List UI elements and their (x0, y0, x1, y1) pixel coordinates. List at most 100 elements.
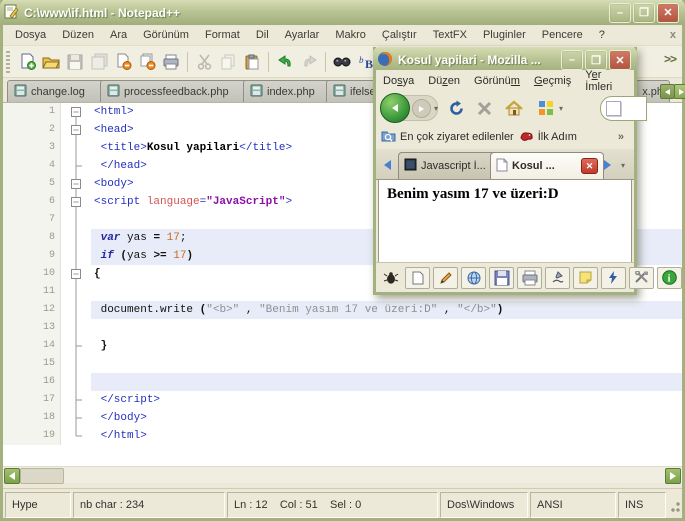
tab-list-caret[interactable]: ▾ (618, 156, 628, 174)
print-button[interactable] (517, 266, 542, 289)
back-button[interactable] (380, 93, 410, 123)
status-insert-mode[interactable]: INS (618, 492, 666, 518)
fold-collapse-icon[interactable] (61, 265, 91, 283)
forward-button[interactable] (412, 99, 431, 118)
npp-menu-format[interactable]: Format (197, 27, 248, 43)
copy-button (217, 51, 239, 73)
toolbar-overflow-chevron[interactable]: >> (664, 52, 677, 66)
npp-menu-pencere[interactable]: Pencere (534, 27, 591, 43)
npp-menu-pluginler[interactable]: Pluginler (475, 27, 534, 43)
npp-close-button[interactable]: ✕ (657, 2, 679, 23)
code-line-12[interactable]: 12 document.write ("<b>" , "Benim yasım … (3, 301, 682, 319)
menubar-close-doc-icon[interactable]: x (670, 29, 676, 41)
npp-menu-dosya[interactable]: Dosya (7, 27, 54, 43)
find-button[interactable] (331, 51, 353, 73)
save-all-button (88, 51, 110, 73)
ff-extension-toolbar: i (376, 262, 682, 292)
undo-button[interactable] (274, 51, 296, 73)
forward-dropdown-caret[interactable]: ▾ (431, 96, 441, 120)
npp-menu-grnm[interactable]: Görünüm (135, 27, 197, 43)
svg-text:B: B (365, 57, 373, 69)
fold-margin (61, 373, 91, 391)
open-folder-button[interactable] (40, 51, 62, 73)
npp-statusbar: Hype nb char : 234 Ln : 12 Col : 51 Sel … (3, 488, 682, 518)
code-text: </html> (100, 430, 147, 442)
tab-label: index.php (267, 85, 315, 98)
note-button[interactable] (573, 266, 598, 289)
ff-menu-gemi[interactable]: Geçmiş (527, 73, 578, 89)
bookmarks-overflow-chevron[interactable]: » (618, 131, 624, 143)
info-button[interactable]: i (657, 266, 682, 289)
stop-button[interactable] (472, 96, 496, 120)
line-number: 6 (3, 193, 61, 211)
status-encoding[interactable]: ANSI (530, 492, 616, 518)
redo-button (298, 51, 320, 73)
ff-tab-Kosul----[interactable]: Kosul ... ✕ (490, 152, 604, 179)
horizontal-scrollbar[interactable] (3, 466, 682, 484)
stop-icon (477, 101, 491, 115)
quick-launch-button[interactable] (534, 96, 558, 120)
npp-app-icon (4, 4, 19, 22)
npp-menu-dzen[interactable]: Düzen (54, 27, 102, 43)
npp-minimize-button[interactable]: – (609, 2, 631, 23)
close-doc-button[interactable] (112, 51, 134, 73)
tab-scroll-left-button[interactable] (378, 156, 396, 174)
code-text: document.write ("<b>" , "Benim yasım 17 … (91, 301, 682, 319)
scrollbar-thumb[interactable] (20, 468, 64, 484)
scroll-right-arrow[interactable] (665, 468, 681, 484)
new-page-button[interactable] (405, 266, 430, 289)
sign-button[interactable] (545, 266, 570, 289)
status-eol-format[interactable]: Dos\Windows (440, 492, 528, 518)
code-line-14[interactable]: 14 } (3, 337, 682, 355)
code-line-13[interactable]: 13 (3, 319, 682, 337)
npp-menu-textfx[interactable]: TextFX (425, 27, 475, 43)
tabbar-scroll-left-button[interactable] (660, 84, 675, 99)
fold-collapse-icon[interactable] (61, 175, 91, 193)
tab-close-button[interactable]: ✕ (581, 158, 598, 174)
npp-maximize-button[interactable]: ❐ (633, 2, 655, 23)
npp-tab-processfeedback-php[interactable]: processfeedback.php (100, 80, 254, 102)
npp-menu-altr[interactable]: Çalıştır (374, 27, 425, 43)
fold-collapse-icon[interactable] (61, 193, 91, 211)
ff-menu-grnm[interactable]: Görünüm (467, 73, 527, 89)
code-line-18[interactable]: 18 </body> (3, 409, 682, 427)
code-line-17[interactable]: 17 </script> (3, 391, 682, 409)
print-button[interactable] (160, 51, 182, 73)
bug-button[interactable] (379, 268, 402, 288)
paste-button[interactable] (241, 51, 263, 73)
npp-menu-makro[interactable]: Makro (327, 27, 374, 43)
new-file-button[interactable] (16, 51, 38, 73)
reload-button[interactable] (444, 96, 468, 120)
close-all-docs-button[interactable] (136, 51, 158, 73)
ff-menu-dzen[interactable]: Düzen (421, 73, 467, 89)
code-line-19[interactable]: 19 </html> (3, 427, 682, 445)
bookmark-most-visited[interactable]: En çok ziyaret edilenler (381, 129, 514, 145)
npp-menu-ara[interactable]: Ara (102, 27, 135, 43)
npp-menu-dil[interactable]: Dil (248, 27, 277, 43)
npp-tab-change-log[interactable]: change.log (7, 80, 111, 102)
pencil-button[interactable] (433, 266, 458, 289)
save-button[interactable] (489, 266, 514, 289)
npp-titlebar[interactable]: C:\www\if.html - Notepad++ – ❐ ✕ (0, 0, 685, 25)
url-bar[interactable] (600, 96, 647, 121)
fold-collapse-icon[interactable] (61, 103, 91, 121)
ff-menu-dosya[interactable]: Dosya (376, 73, 421, 89)
npp-menu-ayarlar[interactable]: Ayarlar (277, 27, 328, 43)
quick-launch-caret[interactable]: ▾ (556, 96, 566, 120)
home-icon (505, 100, 523, 116)
scroll-left-arrow[interactable] (4, 468, 20, 484)
code-line-15[interactable]: 15 (3, 355, 682, 373)
tools-button[interactable] (629, 266, 654, 289)
ff-tab-Javascript-----[interactable]: Javascript İ... (398, 152, 500, 179)
npp-tab-index-php[interactable]: index.php (243, 80, 337, 102)
globe-button[interactable] (461, 266, 486, 289)
fold-collapse-icon[interactable] (61, 121, 91, 139)
home-button[interactable] (502, 96, 526, 120)
svg-text:b: b (359, 55, 364, 65)
npp-menu-?[interactable]: ? (591, 27, 613, 43)
bolt-button[interactable] (601, 266, 626, 289)
code-line-16[interactable]: 16 (3, 373, 682, 391)
resize-grip[interactable] (668, 492, 682, 518)
bookmark-firstrun[interactable]: İlk Adım (519, 130, 577, 145)
tabbar-scroll-right-button[interactable] (674, 84, 685, 99)
